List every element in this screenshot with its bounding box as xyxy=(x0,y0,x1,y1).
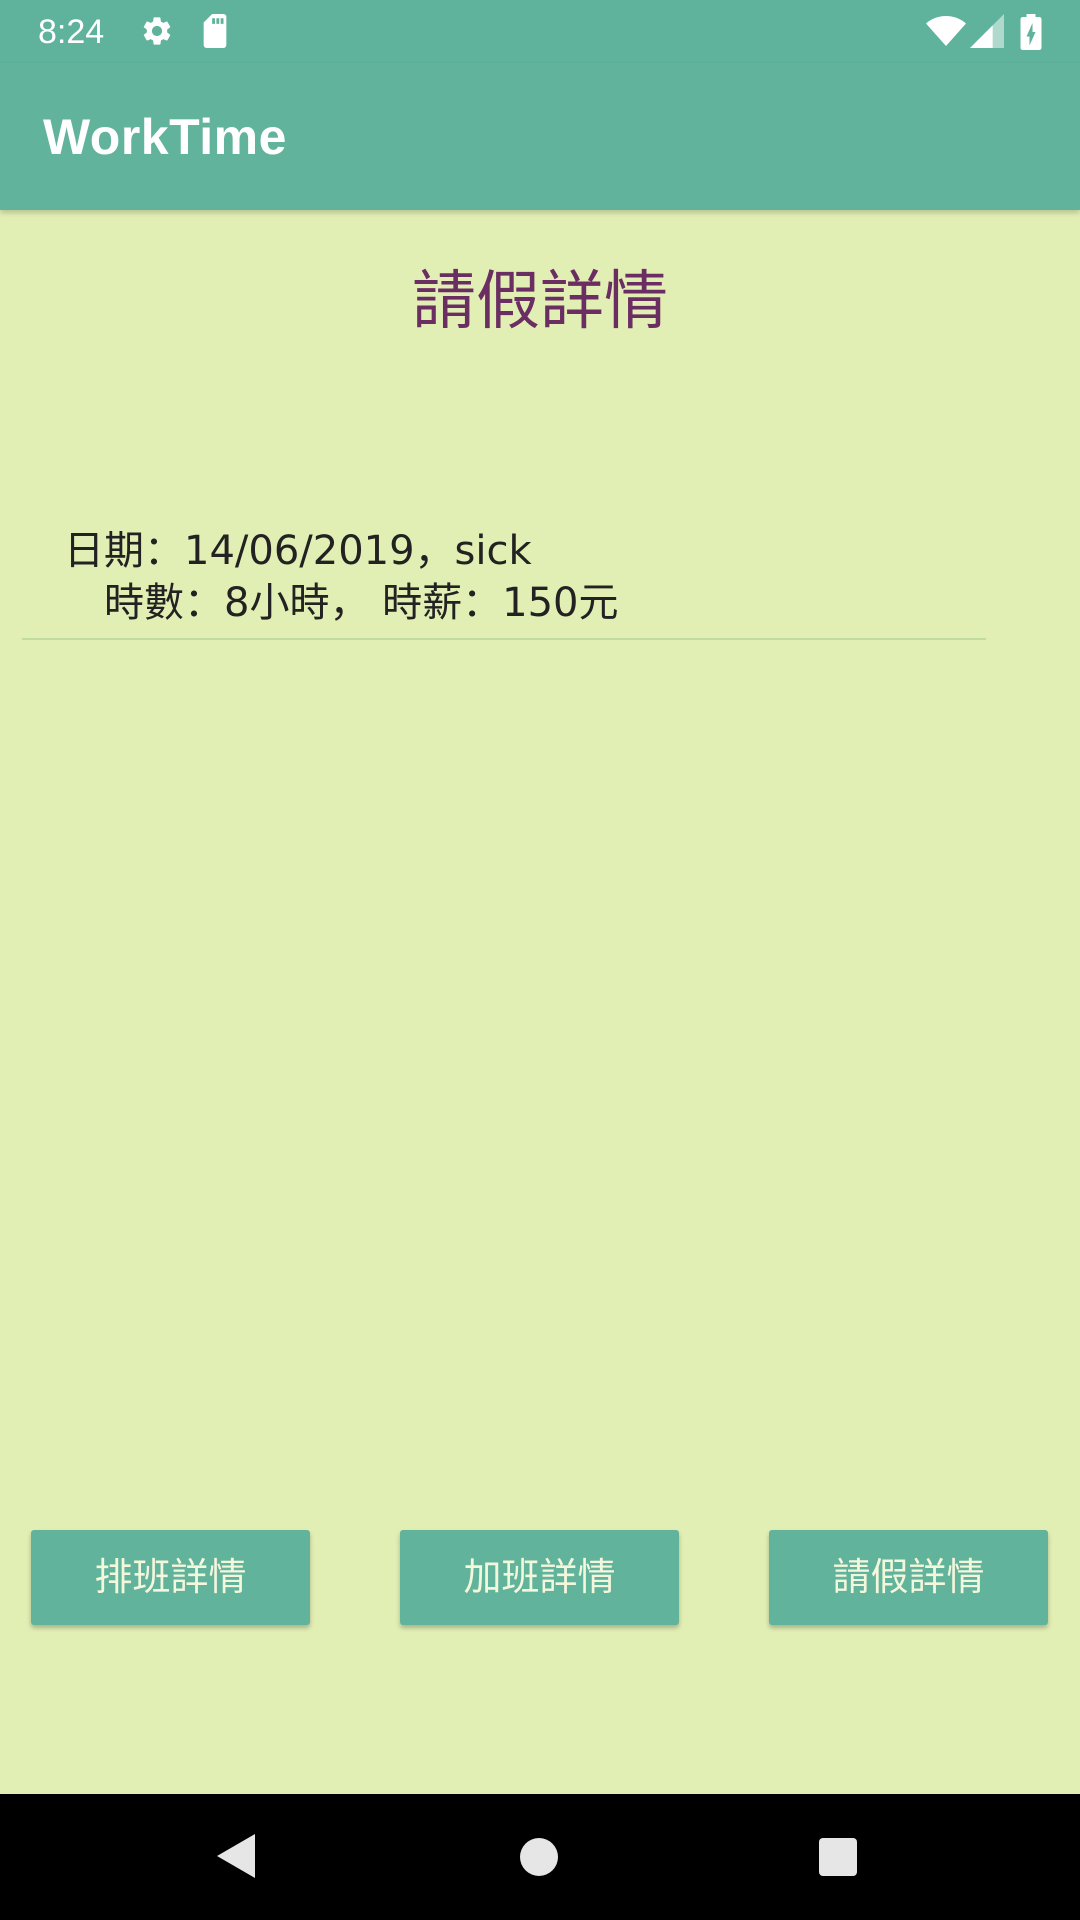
back-icon[interactable] xyxy=(217,1834,255,1878)
home-icon[interactable] xyxy=(520,1838,558,1876)
status-bar: 8:24 xyxy=(0,0,1080,63)
status-time: 8:24 xyxy=(38,13,105,51)
page-title: 請假詳情 xyxy=(412,265,668,339)
schedule-details-button[interactable]: 排班詳情 xyxy=(31,1530,310,1625)
overtime-details-button[interactable]: 加班詳情 xyxy=(400,1530,679,1625)
leave-details-button[interactable]: 請假詳情 xyxy=(769,1530,1048,1625)
list-item[interactable]: 日期：14/06/2019，sick 時數：8小時， 時薪：150元 xyxy=(22,522,986,640)
sd-card-icon xyxy=(200,14,230,52)
app-title: WorkTime xyxy=(43,109,287,165)
signal-icon xyxy=(970,14,1004,52)
wifi-icon xyxy=(926,14,966,52)
record-hours-wage: 時數：8小時， 時薪：150元 xyxy=(104,580,619,626)
app-bar: WorkTime xyxy=(0,63,1080,210)
recents-icon[interactable] xyxy=(819,1838,857,1876)
screen: 8:24 WorkTime 請假詳情 日期：14/06/2019，sick 時數… xyxy=(0,0,1080,1920)
battery-charging-icon xyxy=(1020,14,1042,54)
gear-icon xyxy=(140,14,174,52)
record-date-type: 日期：14/06/2019，sick xyxy=(64,528,532,574)
